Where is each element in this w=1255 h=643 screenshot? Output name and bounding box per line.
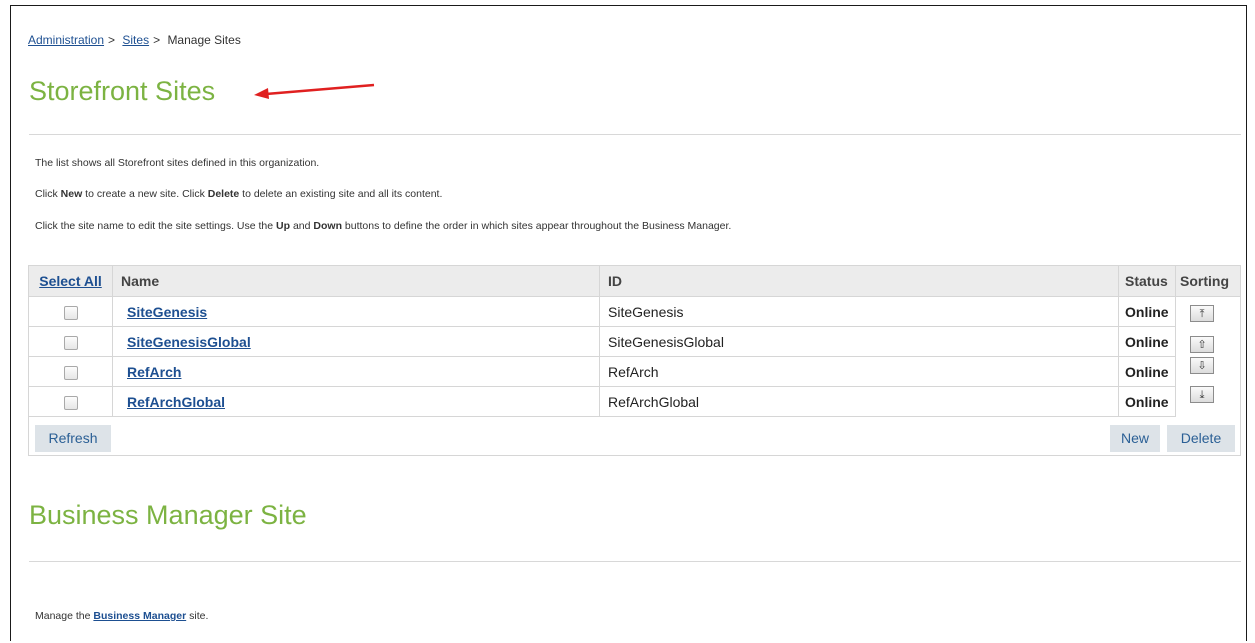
select-all-header: Select All: [29, 266, 113, 297]
intro-text: The list shows all Storefront sites defi…: [35, 157, 320, 169]
text-fragment: Click: [35, 188, 61, 200]
row-checkbox[interactable]: [63, 335, 78, 350]
move-to-bottom-button[interactable]: ⤓: [1190, 386, 1214, 403]
business-manager-site-title: Business Manager Site: [29, 500, 307, 530]
keyword-new: New: [60, 188, 83, 200]
keyword-delete: Delete: [207, 188, 240, 200]
site-name-cell: RefArchGlobal: [112, 386, 600, 417]
site-id-cell: SiteGenesis: [599, 296, 1119, 327]
storefront-sites-title: Storefront Sites: [29, 76, 216, 106]
text-fragment: Manage the: [35, 610, 94, 622]
sorting-column-header: Sorting: [1175, 266, 1240, 297]
text-fragment: to create a new site. Click: [82, 188, 208, 200]
select-all-link[interactable]: Select All: [39, 273, 102, 289]
new-site-button[interactable]: New: [1110, 425, 1160, 452]
table-row: RefArch RefArch Online: [29, 356, 1240, 387]
row-checkbox[interactable]: [63, 365, 78, 380]
business-manager-link[interactable]: Business Manager: [93, 610, 186, 622]
site-name-link[interactable]: RefArchGlobal: [121, 394, 225, 410]
name-column-header: Name: [112, 266, 600, 297]
site-id-cell: RefArchGlobal: [599, 386, 1119, 417]
move-up-button[interactable]: ⇧: [1190, 336, 1214, 353]
site-status-cell: Online: [1118, 326, 1176, 357]
site-id-cell: SiteGenesisGlobal: [599, 326, 1119, 357]
breadcrumb-current: Manage Sites: [167, 33, 241, 47]
row-checkbox[interactable]: [63, 395, 78, 410]
section-divider: [29, 561, 1241, 562]
breadcrumb-separator: >: [108, 33, 116, 47]
row-select-cell: [29, 326, 113, 357]
section-divider: [29, 134, 1241, 135]
breadcrumb-separator: >: [153, 33, 161, 47]
refresh-button[interactable]: Refresh: [35, 425, 111, 452]
sorting-instructions: Click the site name to edit the site set…: [35, 220, 731, 232]
table-row: RefArchGlobal RefArchGlobal Online: [29, 386, 1240, 417]
keyword-down: Down: [313, 220, 342, 232]
text-fragment: buttons to define the order in which sit…: [341, 220, 732, 232]
sorting-cell: ⤒ ⇧ ⇩ ⤓: [1176, 297, 1241, 417]
row-select-cell: [29, 356, 113, 387]
keyword-up: Up: [276, 220, 291, 232]
sort-button-group: ⤒ ⇧ ⇩ ⤓: [1190, 305, 1218, 417]
site-status-cell: Online: [1118, 356, 1176, 387]
site-status-cell: Online: [1118, 296, 1176, 327]
text-fragment: site.: [186, 610, 209, 622]
text-fragment: to delete an existing site and all its c…: [239, 188, 443, 200]
move-up-icon: ⇧: [1197, 338, 1207, 351]
table-header-row: Select All Name ID Status Sorting: [29, 266, 1240, 297]
table-row: SiteGenesis SiteGenesis Online ⤒ ⇧ ⇩ ⤓: [29, 296, 1240, 403]
delete-site-button[interactable]: Delete: [1167, 425, 1235, 452]
site-name-link[interactable]: RefArch: [121, 364, 181, 380]
move-to-top-button[interactable]: ⤒: [1190, 305, 1214, 322]
sites-table: Select All Name ID Status Sorting SiteGe…: [29, 266, 1240, 417]
row-select-cell: [29, 296, 113, 327]
site-name-cell: SiteGenesisGlobal: [112, 326, 600, 357]
move-to-top-icon: ⤒: [1199, 306, 1205, 320]
site-id-cell: RefArch: [599, 356, 1119, 387]
move-down-icon: ⇩: [1197, 359, 1207, 372]
annotation-arrow-icon: [254, 83, 375, 99]
breadcrumb-administration-link[interactable]: Administration: [28, 33, 104, 47]
id-column-header: ID: [599, 266, 1119, 297]
new-delete-instructions: Click New to create a new site. Click De…: [35, 188, 442, 200]
text-fragment: and: [290, 220, 314, 232]
text-fragment: Click the site name to edit the site set…: [35, 220, 277, 232]
breadcrumb-sites-link[interactable]: Sites: [122, 33, 149, 47]
site-name-link[interactable]: SiteGenesisGlobal: [121, 334, 251, 350]
row-select-cell: [29, 386, 113, 417]
row-checkbox[interactable]: [63, 305, 78, 320]
site-status-cell: Online: [1118, 386, 1176, 417]
move-down-button[interactable]: ⇩: [1190, 357, 1214, 374]
sites-table-container: Select All Name ID Status Sorting SiteGe…: [28, 265, 1241, 456]
move-to-bottom-icon: ⤓: [1199, 387, 1205, 401]
site-name-link[interactable]: SiteGenesis: [121, 304, 207, 320]
site-name-cell: RefArch: [112, 356, 600, 387]
business-manager-text: Manage the Business Manager site.: [35, 610, 208, 622]
breadcrumb: Administration > Sites > Manage Sites: [28, 33, 241, 47]
table-row: SiteGenesisGlobal SiteGenesisGlobal Onli…: [29, 326, 1240, 357]
status-column-header: Status: [1118, 266, 1176, 297]
site-name-cell: SiteGenesis: [112, 296, 600, 327]
